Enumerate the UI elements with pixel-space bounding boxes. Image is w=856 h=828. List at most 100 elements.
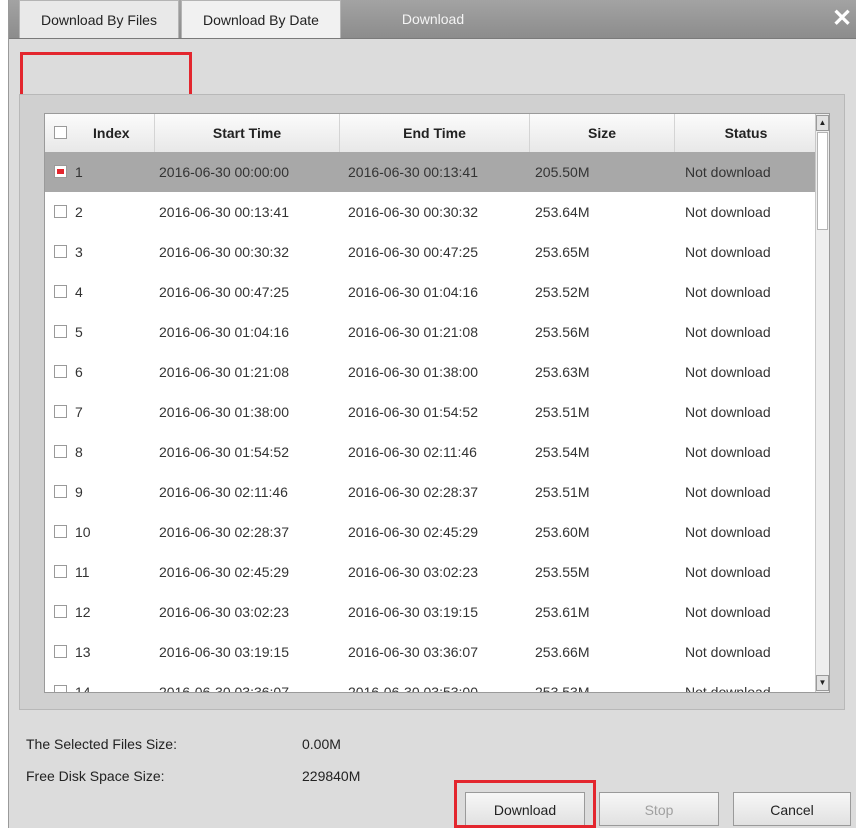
table-row[interactable]: 1 2016-06-30 00:00:00 2016-06-30 00:13:41 2… [45, 152, 817, 192]
table-row[interactable]: 7 2016-06-30 01:38:00 2016-06-30 01:54:52 2… [45, 392, 817, 432]
table-header: Index Start Time End Time Size Status [45, 114, 817, 153]
cell-start-time: 2016-06-30 01:54:52 [159, 444, 289, 460]
row-checkbox[interactable] [54, 285, 67, 298]
cancel-button[interactable]: Cancel [733, 792, 851, 826]
cell-start-time: 2016-06-30 03:36:07 [159, 684, 289, 693]
cell-end-time: 2016-06-30 00:13:41 [348, 164, 478, 180]
select-all-checkbox[interactable] [54, 126, 67, 139]
cell-start-time: 2016-06-30 01:38:00 [159, 404, 289, 420]
cell-status: Not download [685, 604, 771, 620]
cell-end-time: 2016-06-30 03:53:00 [348, 684, 478, 693]
files-panel: Index Start Time End Time Size Status 12… [19, 94, 845, 710]
cell-size: 253.55M [535, 564, 590, 580]
cell-index: 14 [75, 684, 91, 693]
files-table: Index Start Time End Time Size Status 12… [44, 113, 830, 693]
cell-size: 205.50M [535, 164, 590, 180]
vertical-scrollbar[interactable]: ▲ ▼ [815, 114, 829, 692]
cell-size: 253.52M [535, 284, 590, 300]
cell-status: Not download [685, 164, 771, 180]
tab-download-by-files[interactable]: Download By Files [19, 0, 179, 38]
cell-index: 12 [75, 604, 91, 620]
row-checkbox[interactable] [54, 485, 67, 498]
download-dialog: Download ✕ Download By Files Download By… [8, 0, 856, 828]
table-row[interactable]: 3 2016-06-30 00:30:32 2016-06-30 00:47:25 2… [45, 232, 817, 272]
cell-index: 1 [75, 164, 83, 180]
cell-end-time: 2016-06-30 01:54:52 [348, 404, 478, 420]
table-row[interactable]: 12 2016-06-30 03:02:23 2016-06-30 03:19:15… [45, 592, 817, 632]
cell-size: 253.60M [535, 524, 590, 540]
table-row[interactable]: 4 2016-06-30 00:47:25 2016-06-30 01:04:16 2… [45, 272, 817, 312]
cell-index: 13 [75, 644, 91, 660]
column-header-end-time[interactable]: End Time [340, 114, 530, 152]
cell-start-time: 2016-06-30 01:21:08 [159, 364, 289, 380]
column-header-start-time[interactable]: Start Time [155, 114, 340, 152]
row-checkbox[interactable] [54, 325, 67, 338]
cell-index: 11 [75, 564, 90, 580]
cell-end-time: 2016-06-30 03:36:07 [348, 644, 478, 660]
scroll-down-arrow-icon[interactable]: ▼ [816, 675, 829, 691]
cell-end-time: 2016-06-30 03:19:15 [348, 604, 478, 620]
row-checkbox[interactable] [54, 405, 67, 418]
cell-end-time: 2016-06-30 00:47:25 [348, 244, 478, 260]
scroll-up-arrow-icon[interactable]: ▲ [816, 115, 829, 131]
row-checkbox[interactable] [54, 165, 67, 178]
column-header-size[interactable]: Size [530, 114, 675, 152]
cell-start-time: 2016-06-30 01:04:16 [159, 324, 289, 340]
table-row[interactable]: 9 2016-06-30 02:11:46 2016-06-30 02:28:37 2… [45, 472, 817, 512]
download-button[interactable]: Download [465, 792, 585, 826]
cell-status: Not download [685, 244, 771, 260]
cell-start-time: 2016-06-30 00:13:41 [159, 204, 289, 220]
cell-index: 5 [75, 324, 83, 340]
tab-highlight-box [20, 52, 192, 98]
table-row[interactable]: 14 2016-06-30 03:36:07 2016-06-30 03:53:00… [45, 672, 817, 693]
stop-button[interactable]: Stop [599, 792, 719, 826]
row-checkbox[interactable] [54, 365, 67, 378]
cell-end-time: 2016-06-30 02:45:29 [348, 524, 478, 540]
cell-end-time: 2016-06-30 01:38:00 [348, 364, 478, 380]
cell-size: 253.56M [535, 324, 590, 340]
cell-end-time: 2016-06-30 02:11:46 [348, 444, 477, 460]
cell-end-time: 2016-06-30 02:28:37 [348, 484, 478, 500]
cell-status: Not download [685, 684, 771, 693]
row-checkbox[interactable] [54, 565, 67, 578]
cell-index: 7 [75, 404, 83, 420]
cell-start-time: 2016-06-30 03:02:23 [159, 604, 289, 620]
cell-start-time: 2016-06-30 03:19:15 [159, 644, 289, 660]
cell-status: Not download [685, 204, 771, 220]
cell-size: 253.53M [535, 684, 590, 693]
scrollbar-thumb[interactable] [817, 132, 828, 230]
row-checkbox[interactable] [54, 245, 67, 258]
close-icon[interactable]: ✕ [827, 4, 856, 34]
cell-status: Not download [685, 564, 771, 580]
tab-download-by-date[interactable]: Download By Date [181, 0, 341, 38]
cell-start-time: 2016-06-30 02:11:46 [159, 484, 288, 500]
table-row[interactable]: 8 2016-06-30 01:54:52 2016-06-30 02:11:46 2… [45, 432, 817, 472]
row-checkbox[interactable] [54, 645, 67, 658]
row-checkbox[interactable] [54, 445, 67, 458]
column-header-index[interactable]: Index [45, 114, 155, 152]
cell-index: 9 [75, 484, 83, 500]
table-row[interactable]: 6 2016-06-30 01:21:08 2016-06-30 01:38:00 2… [45, 352, 817, 392]
row-checkbox[interactable] [54, 205, 67, 218]
table-row[interactable]: 13 2016-06-30 03:19:15 2016-06-30 03:36:07… [45, 632, 817, 672]
cell-status: Not download [685, 524, 771, 540]
cell-size: 253.51M [535, 404, 590, 420]
selected-size-label: The Selected Files Size: [26, 736, 177, 752]
row-checkbox[interactable] [54, 605, 67, 618]
cell-status: Not download [685, 484, 771, 500]
free-space-label: Free Disk Space Size: [26, 768, 165, 784]
table-row[interactable]: 5 2016-06-30 01:04:16 2016-06-30 01:21:08 2… [45, 312, 817, 352]
cell-end-time: 2016-06-30 00:30:32 [348, 204, 478, 220]
cell-status: Not download [685, 284, 771, 300]
table-row[interactable]: 10 2016-06-30 02:28:37 2016-06-30 02:45:29… [45, 512, 817, 552]
column-header-status[interactable]: Status [675, 114, 817, 152]
cell-index: 8 [75, 444, 83, 460]
cell-size: 253.61M [535, 604, 590, 620]
row-checkbox[interactable] [54, 685, 67, 692]
table-row[interactable]: 2 2016-06-30 00:13:41 2016-06-30 00:30:32 2… [45, 192, 817, 232]
cell-end-time: 2016-06-30 01:21:08 [348, 324, 478, 340]
cell-start-time: 2016-06-30 00:47:25 [159, 284, 289, 300]
cell-status: Not download [685, 364, 771, 380]
table-row[interactable]: 11 2016-06-30 02:45:29 2016-06-30 03:02:23… [45, 552, 817, 592]
row-checkbox[interactable] [54, 525, 67, 538]
